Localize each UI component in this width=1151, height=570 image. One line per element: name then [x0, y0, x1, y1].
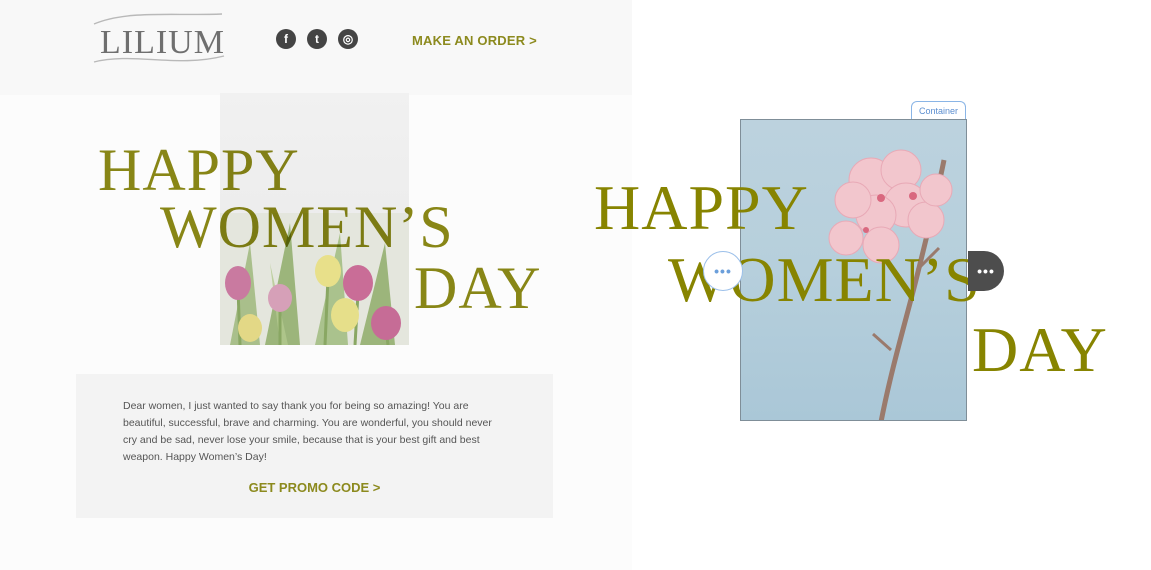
instagram-icon[interactable]: ◎: [338, 29, 358, 49]
logo-text: LILIUM: [100, 24, 225, 61]
more-options-handle-left[interactable]: •••: [703, 251, 743, 291]
hero-title-day: DAY: [414, 255, 542, 321]
canvas-title-happy[interactable]: HAPPY: [594, 176, 809, 240]
make-an-order-link[interactable]: MAKE AN ORDER >: [412, 33, 537, 48]
get-promo-code-link[interactable]: GET PROMO CODE >: [76, 480, 553, 495]
more-dots-icon: •••: [977, 263, 995, 279]
hero-title-happy: HAPPY: [98, 137, 300, 203]
more-options-handle-right[interactable]: •••: [968, 251, 1004, 291]
tumblr-icon[interactable]: t: [307, 29, 327, 49]
message-block: Dear women, I just wanted to say thank y…: [76, 374, 553, 518]
canvas-title-day[interactable]: DAY: [972, 318, 1108, 382]
hero-title-womens: WOMEN’S: [160, 194, 454, 260]
more-dots-icon: •••: [714, 263, 732, 279]
email-header: LILIUM f t ◎ MAKE AN ORDER >: [0, 0, 632, 95]
facebook-icon[interactable]: f: [276, 29, 296, 49]
message-text: Dear women, I just wanted to say thank y…: [123, 400, 492, 463]
email-preview: LILIUM f t ◎ MAKE AN ORDER > HAPPY WOMEN…: [0, 0, 632, 570]
container-label[interactable]: Container: [911, 101, 966, 119]
lilium-logo[interactable]: LILIUM: [92, 12, 228, 68]
